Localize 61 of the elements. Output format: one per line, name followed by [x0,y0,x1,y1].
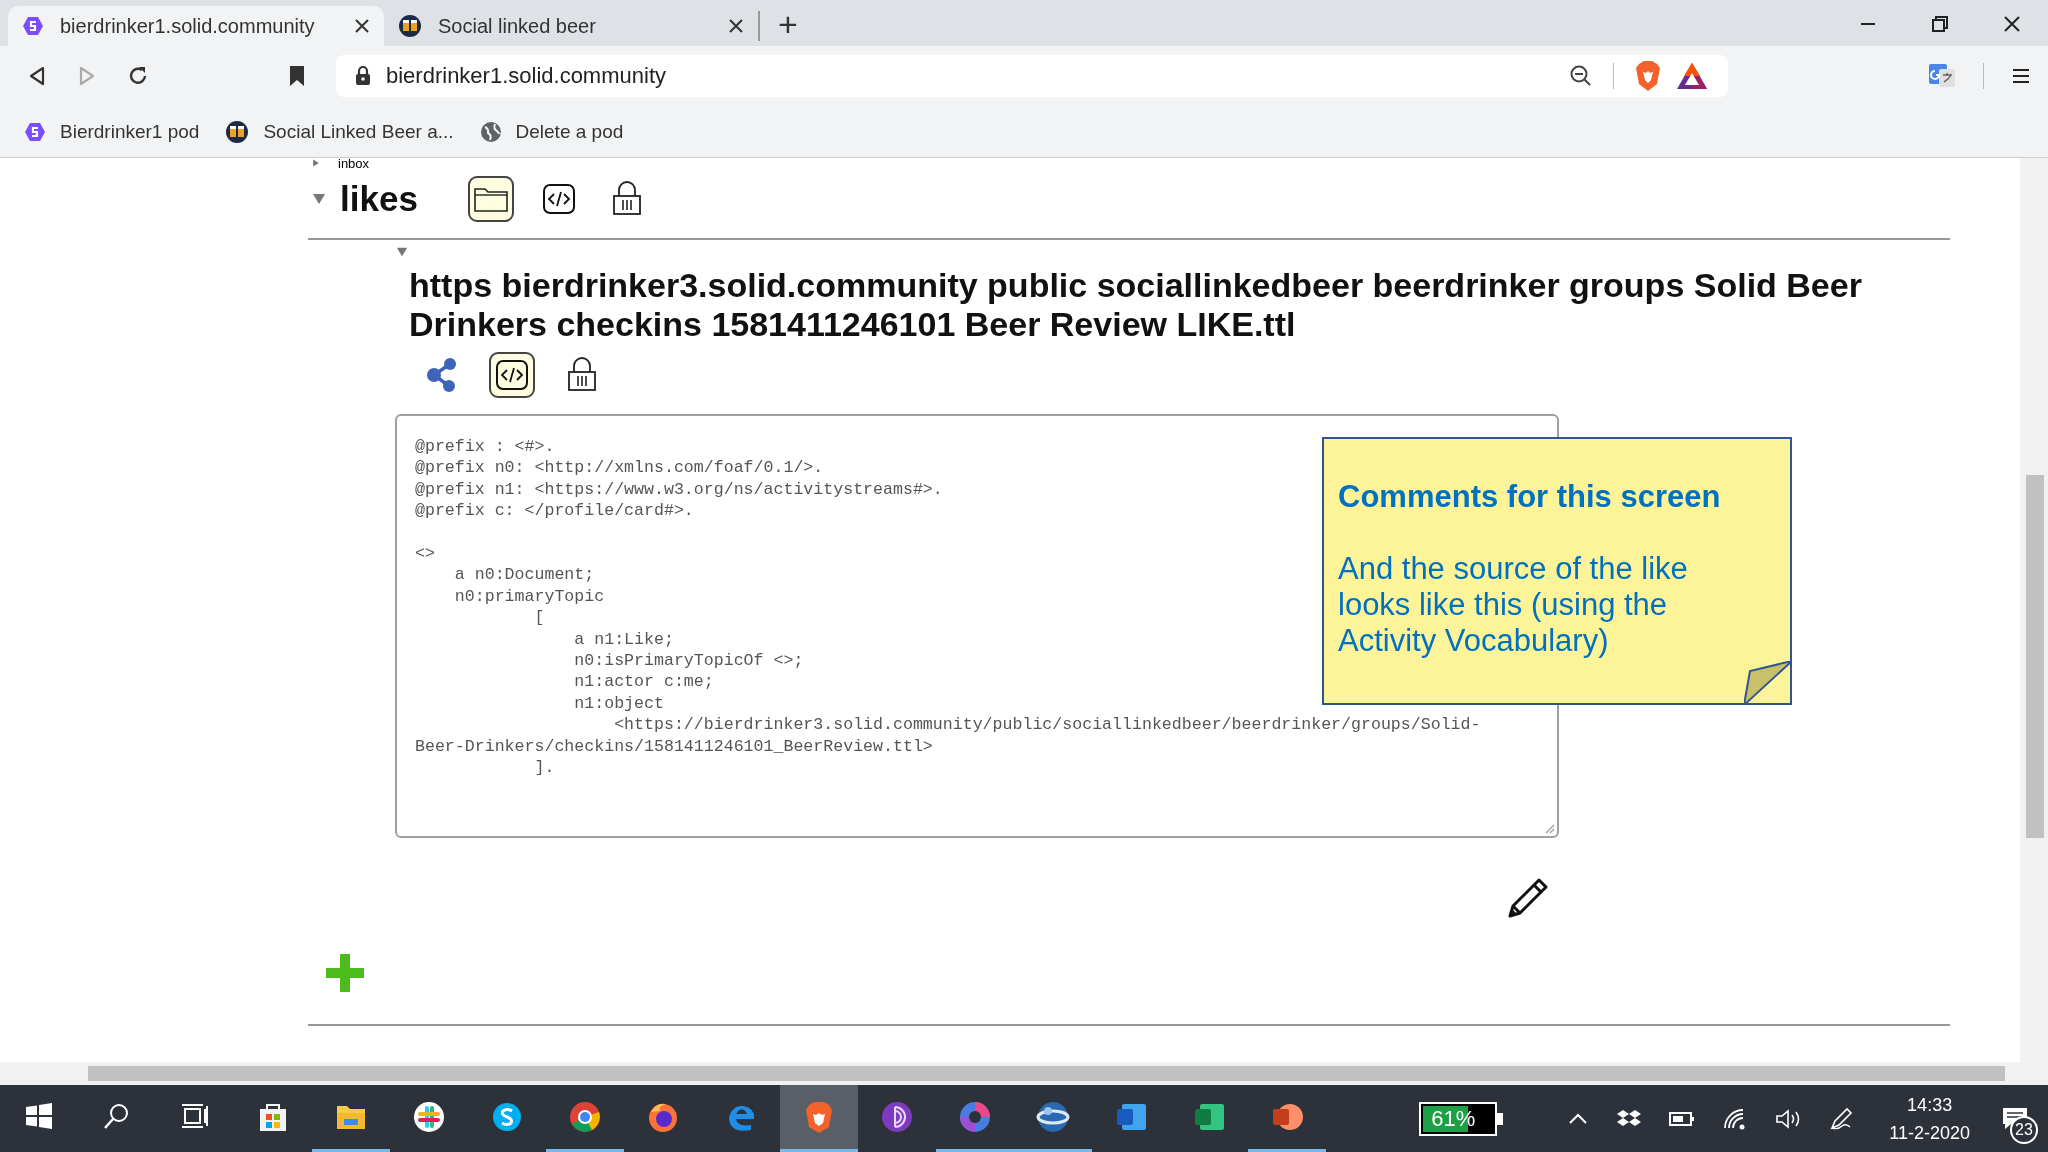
folder-heading: likes [340,179,418,219]
restore-icon[interactable] [1930,14,1950,34]
code-line: n0:primaryTopic [453,585,605,608]
code-line: @prefix : <#>. [415,436,555,458]
expanded-triangle-icon[interactable] [396,246,408,258]
scrollbar-thumb[interactable] [2026,475,2044,838]
lock-icon [354,65,372,87]
folder-icon[interactable] [467,176,514,222]
code-line: <> [415,543,435,565]
code-line: @prefix c: </profile/card#>. [415,500,694,522]
hexagon-logo-icon [22,15,44,37]
vertical-scrollbar[interactable] [2020,158,2048,1062]
lion-shield-icon[interactable] [1634,60,1662,92]
resize-grip-icon[interactable] [1543,822,1555,834]
browser-tab[interactable]: bierdrinker1.solid.community [8,6,384,46]
clock-button[interactable]: 14:33 11-2-2020 [1889,1085,1970,1152]
url-text[interactable]: bierdrinker1.solid.community [386,63,666,89]
bookmark-icon[interactable] [288,64,306,88]
s-curve-icon [490,1100,524,1134]
code-line: n1:object [573,692,664,715]
hexagon-logo-icon [24,120,46,143]
code-line: Beer-Drinkers/checkins/1581411246101_BeerReview.ttl> [415,735,933,758]
code-line: @prefix n1: <https://www.w3.org/ns/activitystreams#>. [415,478,943,501]
close-icon[interactable] [2002,14,2022,34]
note-title: Comments for this screen [1338,479,1722,515]
beer-mugs-icon [225,119,250,144]
code-line: a n1:Like; [573,628,674,651]
folder-name[interactable]: inbox [338,158,370,170]
code-line: n0:isPrimaryTopicOf <>; [573,650,804,672]
note-text: And the source of the like looks like this (using the Activity Vocabulary) [1338,551,1689,659]
collapsed-triangle-icon[interactable] [312,159,320,167]
hash-logo-icon [412,1100,446,1134]
notifications-button[interactable]: 23 [1990,1085,2040,1152]
horizontal-scrollbar[interactable] [0,1062,2048,1085]
browser-tab[interactable]: Social linked beer [384,11,760,41]
bookmark-link[interactable]: Delete a pod [479,120,624,143]
beer-mugs-icon [398,14,422,38]
code-line: ]. [533,757,555,779]
globe-icon [479,120,502,143]
code-line: @prefix n0: <http://xmlns.com/foaf/0.1/>. [415,457,824,479]
code-line: [ [533,607,545,629]
onion-icon [880,1100,914,1134]
expanded-triangle-icon[interactable] [312,192,326,206]
code-icon[interactable] [489,352,535,398]
new-tab-button[interactable]: + [778,4,798,44]
scrollbar-thumb[interactable] [88,1066,2005,1081]
tricolor-circle-icon [568,1100,602,1134]
triangle-logo-icon[interactable] [1676,61,1708,91]
file-heading: https bierdrinker3.solid.community public sociallinkedbeer beerdrinker groups Solid Beer Drinkers checkins 1581411246101 Beer Review LIKE.ttl [409,266,1863,344]
ringed-sphere-icon [1036,1100,1070,1134]
code-line: <https://bierdrinker3.solid.community/public/sociallinkedbeer/beerdrinker/groups/Solid- [613,714,1481,736]
bookmark-link[interactable]: Social Linked Beer a... [225,119,454,144]
close-icon[interactable] [354,18,370,34]
swirl-icon [958,1100,992,1134]
close-icon[interactable] [728,18,744,34]
bookmark-link[interactable]: Bierdrinker1 pod [24,120,200,143]
code-line: a n0:Document; [453,564,595,586]
code-line: n1:actor c:me; [573,671,714,693]
pen-icon[interactable] [1828,1105,1855,1132]
address-bar[interactable]: bierdrinker1.solid.community [336,55,1728,97]
zoom-out-icon[interactable] [1569,64,1593,88]
